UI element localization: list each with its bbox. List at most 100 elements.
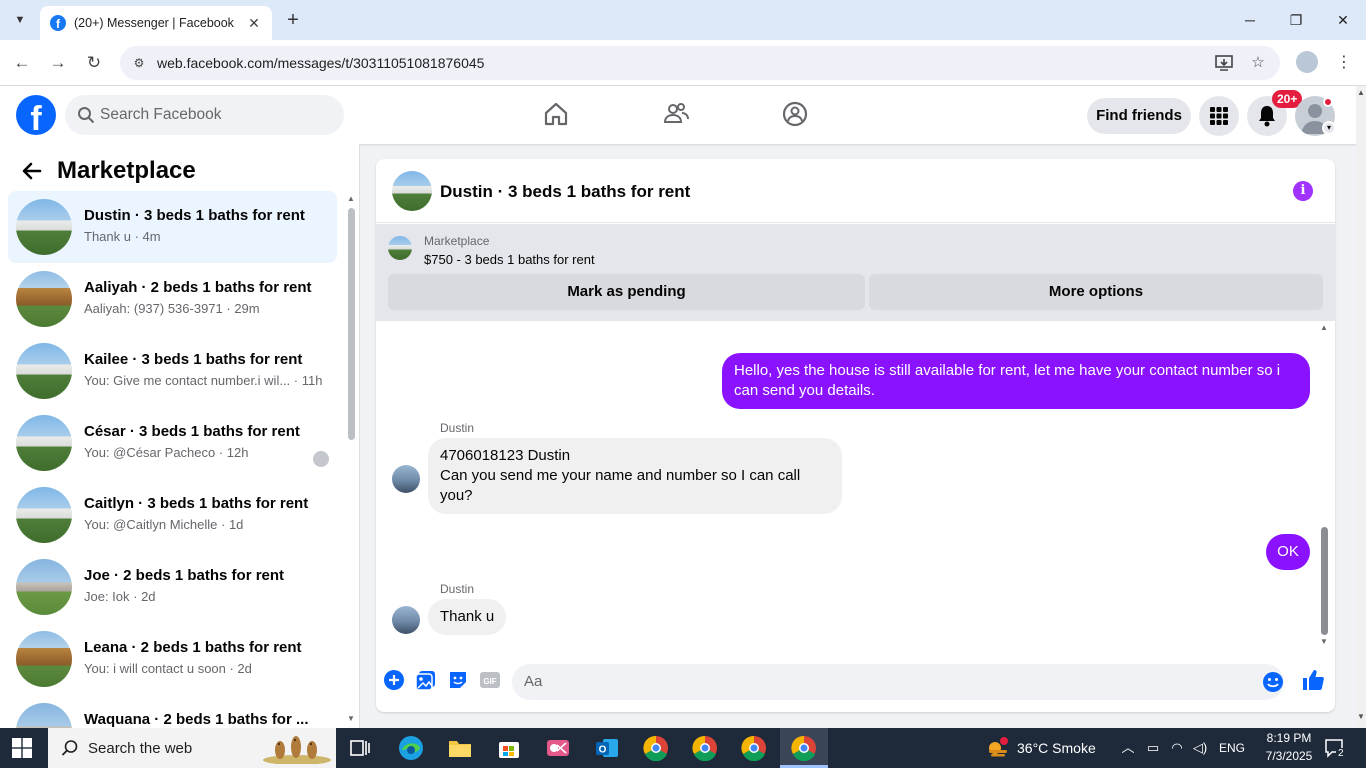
clock-time[interactable]: 8:19 PM	[1260, 731, 1318, 745]
sender-avatar[interactable]	[392, 606, 420, 634]
new-tab-icon[interactable]: +	[282, 9, 304, 31]
taskbar-search-placeholder: Search the web	[88, 740, 193, 757]
edge-browser-icon[interactable]	[398, 735, 424, 761]
chat-avatar[interactable]	[392, 171, 432, 211]
chrome-active-icon[interactable]	[791, 735, 817, 761]
file-explorer-icon[interactable]	[447, 735, 473, 761]
url-text: web.facebook.com/messages/t/303110510818…	[157, 55, 485, 71]
friends-icon[interactable]	[662, 100, 690, 128]
sender-avatar[interactable]	[392, 465, 420, 493]
conversation-list-scrollbar[interactable]: ▲ ▼	[347, 194, 355, 728]
conversation-item[interactable]: Joe · 2 beds 1 baths for rent Joe: Iok ·…	[8, 551, 337, 623]
listing-thumbnail	[388, 236, 412, 260]
install-app-icon[interactable]	[1214, 53, 1234, 73]
conversation-item[interactable]: César · 3 beds 1 baths for rent You: @Cé…	[8, 407, 337, 479]
scrollbar-thumb[interactable]	[1321, 527, 1328, 635]
windows-taskbar: Search the web O 36°C Smoke ︿ ▭ ◠ ◁) ENG…	[0, 728, 1366, 768]
conversation-preview: You: @César Pacheco · 12h	[84, 445, 249, 460]
minimize-icon[interactable]: ─	[1238, 8, 1262, 32]
sticker-icon[interactable]	[447, 669, 469, 691]
clock-date[interactable]: 7/3/2025	[1260, 749, 1318, 763]
emoji-icon[interactable]	[1262, 671, 1284, 693]
facebook-logo-icon[interactable]: f	[16, 95, 56, 135]
wifi-icon[interactable]: ◠	[1169, 740, 1185, 756]
facebook-search-input[interactable]: Search Facebook	[65, 95, 344, 135]
listing-thumbnail	[16, 199, 72, 255]
groups-icon[interactable]	[781, 100, 809, 128]
chevron-down-icon[interactable]: ▾	[1322, 121, 1336, 135]
menu-grid-button[interactable]	[1199, 96, 1239, 136]
scrollbar-thumb[interactable]	[348, 208, 355, 440]
outlook-icon[interactable]: O	[594, 735, 620, 761]
forward-icon[interactable]: →	[46, 51, 70, 75]
listing-thumbnail	[16, 415, 72, 471]
browser-profile-avatar[interactable]	[1296, 51, 1318, 73]
back-icon[interactable]: ←	[10, 51, 34, 75]
message-input[interactable]: Aa	[512, 664, 1284, 700]
gif-icon[interactable]: GIF	[479, 669, 501, 691]
reload-icon[interactable]: ↻	[82, 51, 106, 75]
conversation-item[interactable]: Aaliyah · 2 beds 1 baths for rent Aaliya…	[8, 263, 337, 335]
listing-thumbnail	[16, 703, 72, 728]
message-composer: GIF Aa	[376, 656, 1335, 708]
chevron-up-icon[interactable]: ︿	[1120, 740, 1136, 756]
home-icon[interactable]	[542, 100, 570, 128]
back-arrow-icon[interactable]	[20, 159, 44, 183]
search-placeholder: Search Facebook	[100, 106, 222, 123]
conversation-preview: Aaliyah: (937) 536-3971 · 29m	[84, 301, 260, 316]
snipping-tool-icon[interactable]	[545, 735, 571, 761]
chat-header: Dustin · 3 beds 1 baths for rent i	[376, 159, 1335, 223]
window-close-icon[interactable]: ✕	[1331, 8, 1355, 32]
chrome-profile-icon[interactable]	[692, 735, 718, 761]
tab-search-icon[interactable]: ▼	[8, 8, 32, 32]
weather-icon[interactable]	[985, 736, 1009, 760]
conversation-item[interactable]: Dustin · 3 beds 1 baths for rent Thank u…	[8, 191, 337, 263]
volume-icon[interactable]: ◁)	[1192, 740, 1208, 756]
seen-avatar-icon	[313, 451, 329, 467]
restore-icon[interactable]: ❐	[1284, 8, 1308, 32]
taskbar-search-box[interactable]: Search the web	[48, 728, 336, 768]
chrome-profile-icon[interactable]	[741, 735, 767, 761]
sender-name: Dustin	[440, 582, 475, 596]
windows-start-icon[interactable]	[12, 738, 32, 758]
find-friends-button[interactable]: Find friends	[1087, 98, 1191, 134]
listing-title[interactable]: $750 - 3 beds 1 baths for rent	[424, 252, 595, 267]
language-indicator[interactable]: ENG	[1219, 741, 1245, 755]
more-options-button[interactable]: More options	[869, 274, 1323, 310]
photo-icon[interactable]	[415, 669, 437, 691]
conversation-item[interactable]: Waquana · 2 beds 1 baths for ...	[8, 695, 337, 728]
outgoing-message[interactable]: OK	[1266, 534, 1310, 570]
conversation-item[interactable]: Leana · 2 beds 1 baths for rent You: i w…	[8, 623, 337, 695]
listing-thumbnail	[16, 559, 72, 615]
outgoing-message[interactable]: Hello, yes the house is still available …	[722, 353, 1310, 409]
mark-as-pending-button[interactable]: Mark as pending	[388, 274, 865, 310]
conversation-name: Aaliyah · 2 beds 1 baths for rent	[84, 279, 312, 296]
browser-tab[interactable]: f (20+) Messenger | Facebook ✕	[40, 6, 272, 40]
facebook-favicon-icon: f	[50, 15, 66, 31]
conversation-item[interactable]: Caitlyn · 3 beds 1 baths for rent You: @…	[8, 479, 337, 551]
weather-text[interactable]: 36°C Smoke	[1017, 740, 1096, 756]
tab-close-icon[interactable]: ✕	[246, 15, 262, 32]
like-thumb-icon[interactable]	[1301, 668, 1325, 692]
facebook-header: f Search Facebook Find friends 20+ ▾	[0, 86, 1356, 144]
battery-icon[interactable]: ▭	[1145, 740, 1161, 756]
plus-circle-icon[interactable]	[383, 669, 405, 691]
page-scrollbar[interactable]: ▲ ▼	[1356, 86, 1366, 728]
bell-icon	[1259, 106, 1275, 127]
site-info-icon[interactable]: ⚙	[130, 54, 148, 72]
incoming-message[interactable]: Thank u	[428, 599, 507, 635]
message-input-placeholder: Aa	[524, 673, 543, 690]
browser-menu-icon[interactable]: ⋮	[1336, 51, 1352, 75]
message-scrollbar[interactable]: ▲ ▼	[1318, 323, 1330, 649]
conversation-item[interactable]: Kailee · 3 beds 1 baths for rent You: Gi…	[8, 335, 337, 407]
microsoft-store-icon[interactable]	[496, 735, 522, 761]
incoming-message[interactable]: 4706018123 Dustin Can you send me your n…	[428, 438, 842, 514]
conversation-preview: You: @Caitlyn Michelle · 1d	[84, 517, 244, 532]
task-view-icon[interactable]	[347, 735, 373, 761]
browser-tab-strip: ▼ f (20+) Messenger | Facebook ✕ + ─ ❐ ✕	[0, 0, 1366, 40]
bookmark-star-icon[interactable]: ☆	[1248, 53, 1268, 73]
chrome-profile-icon[interactable]	[643, 735, 669, 761]
address-bar[interactable]: ⚙ web.facebook.com/messages/t/3031105108…	[120, 46, 1280, 80]
chat-title[interactable]: Dustin · 3 beds 1 baths for rent	[440, 182, 690, 202]
info-icon[interactable]: i	[1293, 181, 1313, 201]
